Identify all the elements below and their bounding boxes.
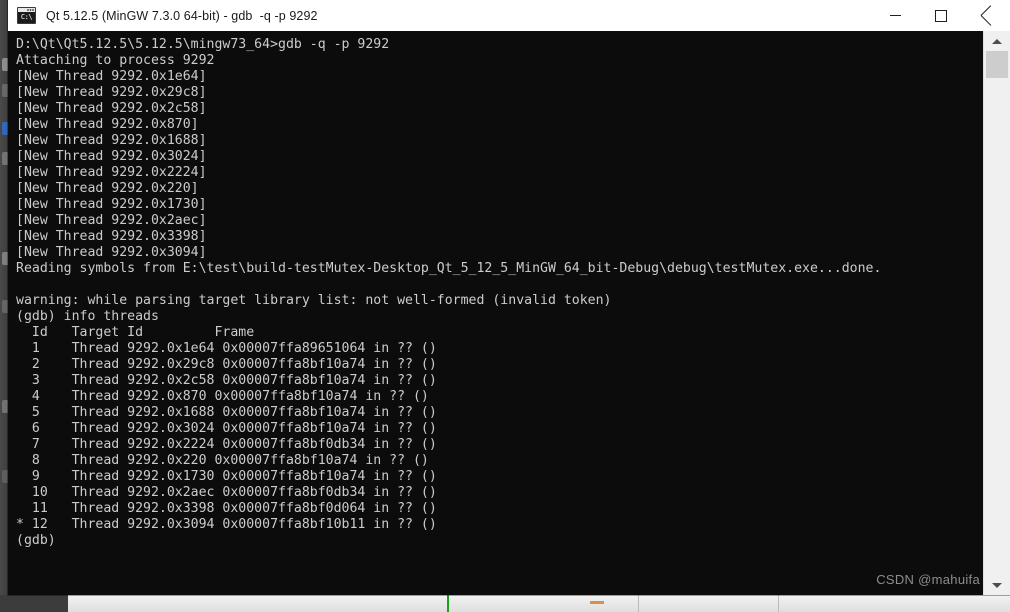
background-bar-accent: [447, 595, 449, 612]
console-text: D:\Qt\Qt5.12.5\5.12.5\mingw73_64>gdb -q …: [16, 37, 882, 548]
console-scrollbar[interactable]: [983, 31, 1010, 595]
window-title: Qt 5.12.5 (MinGW 7.3.0 64-bit) - gdb -q …: [46, 8, 318, 23]
background-bar-separator: [778, 595, 779, 612]
scroll-down-arrow-icon: [992, 582, 1002, 588]
background-bottom-bar: [18, 594, 1010, 612]
background-bar-left-block: [0, 595, 68, 612]
watermark: CSDN @mahuifa: [876, 572, 980, 587]
background-bar-accent: [590, 601, 604, 604]
maximize-icon: [935, 9, 947, 22]
minimize-button[interactable]: [872, 0, 918, 31]
title-bar[interactable]: C:\ Qt 5.12.5 (MinGW 7.3.0 64-bit) - gdb…: [8, 0, 1010, 32]
close-icon: [981, 10, 993, 22]
minimize-icon: [889, 15, 901, 16]
console-icon-prompt: C:\: [18, 12, 35, 23]
console-output-area[interactable]: D:\Qt\Qt5.12.5\5.12.5\mingw73_64>gdb -q …: [8, 31, 984, 595]
background-bar-separator: [638, 595, 639, 612]
window-controls: [872, 0, 1010, 31]
close-button[interactable]: [964, 0, 1010, 31]
scrollbar-thumb[interactable]: [986, 51, 1008, 78]
console-icon: C:\: [17, 7, 36, 24]
scroll-up-button[interactable]: [984, 31, 1010, 51]
maximize-button[interactable]: [918, 0, 964, 31]
console-icon-dots: [27, 9, 34, 11]
console-window: C:\ Qt 5.12.5 (MinGW 7.3.0 64-bit) - gdb…: [8, 0, 1010, 595]
scroll-up-arrow-icon: [992, 38, 1002, 44]
scroll-down-button[interactable]: [984, 575, 1010, 595]
